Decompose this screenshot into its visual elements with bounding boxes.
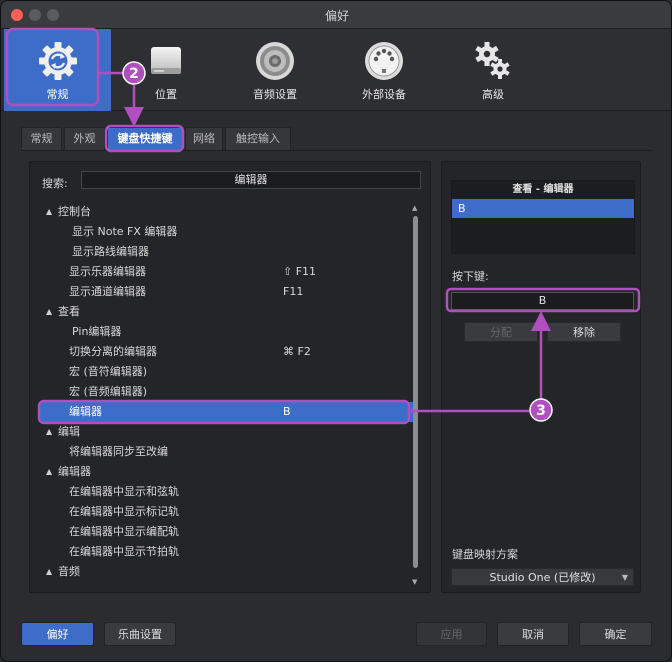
speaker-icon	[256, 42, 294, 80]
scroll-up-arrow-icon[interactable]: ▲	[412, 204, 417, 212]
tab-appearance[interactable]: 外观	[64, 127, 105, 151]
toolbar-item-external-devices[interactable]: 外部设备	[331, 29, 437, 111]
midi-port-icon	[365, 42, 403, 80]
tree-command[interactable]: 显示乐器编辑器 ⇧ F11	[40, 262, 413, 282]
tree-category-view[interactable]: ▲ 查看	[40, 302, 413, 322]
toolbar-item-label: 常规	[46, 88, 69, 101]
toolbar-item-label: 音频设置	[253, 88, 297, 101]
toolbar-item-audio-setup[interactable]: 音频设置	[223, 29, 327, 111]
tree-category-console[interactable]: ▲ 控制台	[40, 202, 413, 222]
apply-button[interactable]: 应用	[416, 622, 487, 646]
gears-icon	[475, 42, 510, 79]
keymap-scheme-select[interactable]: Studio One (已修改) ▼	[451, 568, 634, 586]
window-title: 偏好	[324, 9, 349, 23]
tab-keyboard-shortcuts[interactable]: 键盘快捷键	[107, 127, 183, 151]
scroll-down-arrow-icon[interactable]: ▼	[412, 578, 417, 586]
scroll-thumb[interactable]	[413, 216, 418, 568]
tree-command[interactable]: 显示路线编辑器	[40, 242, 413, 262]
chevron-down-icon: ▼	[621, 573, 628, 582]
shortcut-key: B	[283, 405, 291, 418]
tree-command[interactable]: 切换分离的编辑器 ⌘ F2	[40, 342, 413, 362]
tree-command[interactable]: 在编辑器中显示标记轨	[40, 502, 413, 522]
preferences-button[interactable]: 偏好	[21, 622, 94, 646]
toolbar-item-label: 位置	[155, 88, 177, 101]
assigned-key-item[interactable]: B	[452, 199, 634, 218]
cancel-button[interactable]: 取消	[497, 622, 569, 646]
press-key-field[interactable]: B	[451, 292, 634, 310]
toolbar-item-label: 高级	[482, 88, 504, 101]
title-bar: 偏好	[1, 1, 671, 29]
drive-icon	[151, 47, 181, 74]
command-tree: ▲ 控制台 显示 Note FX 编辑器 显示路线编辑器 显示乐器编辑器 ⇧ F…	[40, 202, 413, 587]
shortcut-key: ⇧ F11	[283, 265, 317, 278]
tree-command-selected[interactable]: 编辑器 B	[40, 402, 413, 422]
tree-command[interactable]: 将编辑器同步至改编	[40, 442, 413, 462]
tree-category-edit[interactable]: ▲ 编辑	[40, 422, 413, 442]
tree-command[interactable]: 在编辑器中显示节拍轨	[40, 542, 413, 562]
toolbar-item-general[interactable]: 常规	[4, 29, 111, 111]
assign-button[interactable]: 分配	[464, 322, 538, 342]
tree-category-audio[interactable]: ▲ 音频	[40, 562, 413, 582]
keymap-scheme-label: 键盘映射方案	[452, 548, 518, 561]
assigned-keys-header: 查看 - 编辑器	[512, 184, 574, 195]
disclosure-triangle-icon[interactable]: ▲	[46, 562, 52, 582]
shortcut-key: F11	[283, 285, 304, 298]
tab-touch-input[interactable]: 触控输入	[225, 127, 291, 151]
keymap-scheme-value: Studio One (已修改)	[489, 571, 596, 584]
assigned-keys-list: 查看 - 编辑器 B	[451, 180, 635, 254]
remove-button[interactable]: 移除	[547, 322, 621, 342]
tree-command[interactable]: Pin编辑器	[40, 322, 413, 342]
shortcut-key: ⌘ F2	[283, 345, 311, 358]
tree-command[interactable]: 在编辑器中显示和弦轨	[40, 482, 413, 502]
tree-category-editor[interactable]: ▲ 编辑器	[40, 462, 413, 482]
search-input[interactable]: 编辑器	[81, 171, 421, 189]
disclosure-triangle-icon[interactable]: ▲	[46, 422, 52, 442]
ok-button[interactable]: 确定	[579, 622, 652, 646]
shortcut-detail-panel: 查看 - 编辑器 B 按下键: B 分配 移除 键盘映射方案 Studio On…	[441, 161, 641, 593]
search-label: 搜索:	[42, 177, 68, 190]
song-settings-button[interactable]: 乐曲设置	[104, 622, 176, 646]
tree-scrollbar[interactable]: ▲ ▼	[411, 204, 421, 586]
tree-command[interactable]: 宏 (音频编辑器)	[40, 382, 413, 402]
tree-command[interactable]: 在编辑器中显示编配轨	[40, 522, 413, 542]
tabs-divider	[21, 150, 653, 151]
tree-command[interactable]: 显示 Note FX 编辑器	[40, 222, 413, 242]
toolbar-item-location[interactable]: 位置	[116, 29, 216, 111]
disclosure-triangle-icon[interactable]: ▲	[46, 302, 52, 322]
press-key-label: 按下键:	[452, 270, 489, 283]
shortcuts-panel: 搜索: 编辑器 ▲ 控制台 显示 Note FX 编辑器 显示路线编辑器 显示乐…	[29, 161, 431, 593]
tree-command[interactable]: 宏 (音符编辑器)	[40, 362, 413, 382]
preferences-window: 偏好 常规 位置 音频设置 外部设备 高级 常规 外观 键盘快捷键 网络 触控输…	[0, 0, 672, 662]
tab-network[interactable]: 网络	[185, 127, 223, 151]
gear-refresh-icon	[38, 42, 77, 80]
tab-general[interactable]: 常规	[21, 127, 62, 151]
disclosure-triangle-icon[interactable]: ▲	[46, 462, 52, 482]
disclosure-triangle-icon[interactable]: ▲	[46, 202, 52, 222]
preferences-toolbar: 常规 位置 音频设置 外部设备 高级	[1, 29, 671, 111]
tree-command[interactable]: 显示通道编辑器 F11	[40, 282, 413, 302]
toolbar-item-label: 外部设备	[362, 88, 406, 101]
toolbar-item-advanced[interactable]: 高级	[441, 29, 545, 111]
